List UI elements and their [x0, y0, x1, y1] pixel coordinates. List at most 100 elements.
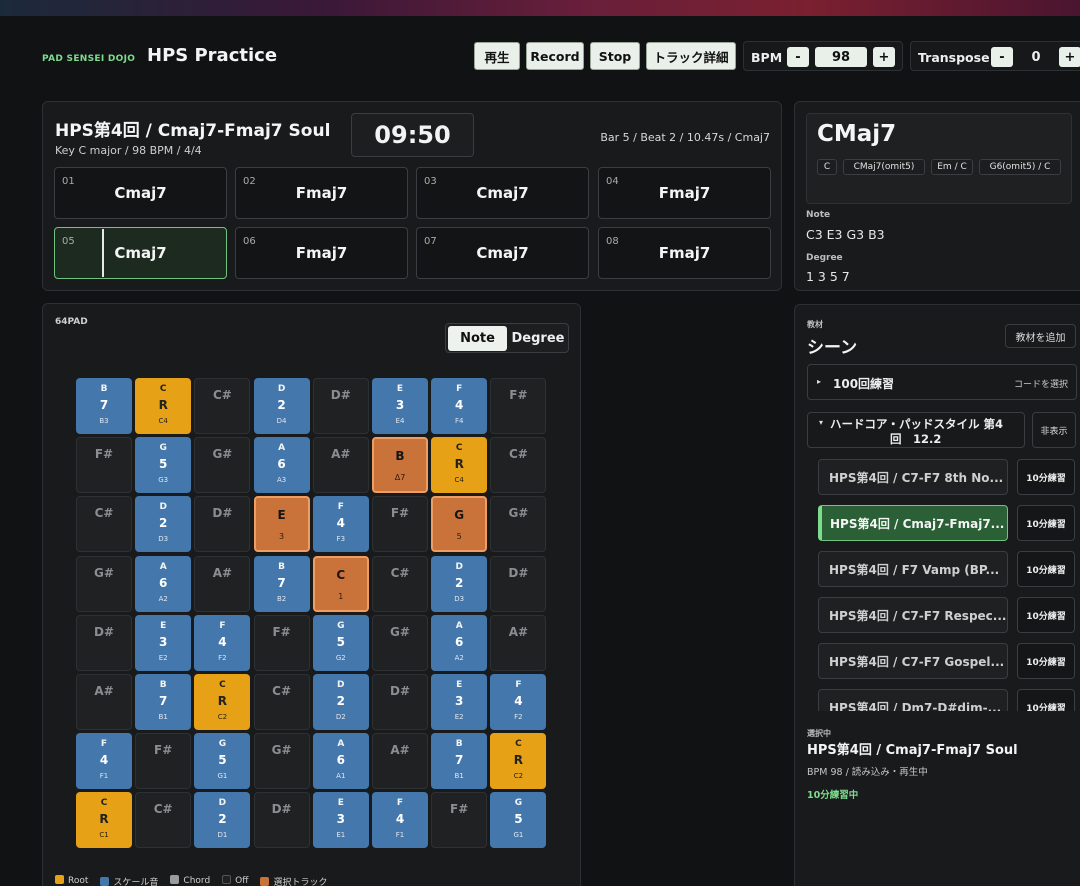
bar-cell[interactable]: 02 Fmaj7	[235, 167, 408, 219]
bar-cell-current[interactable]: 05 Cmaj7	[54, 227, 227, 279]
pad-2-7[interactable]: C R C4	[431, 437, 488, 494]
pad-7-3[interactable]: G 5 G1	[194, 733, 251, 790]
ten-minute-practice-button[interactable]: 10分練習	[1017, 597, 1075, 633]
pad-7-1[interactable]: F 4 F1	[76, 733, 132, 790]
pad-8-2[interactable]: C#	[135, 792, 192, 849]
pad-2-3[interactable]: G#	[194, 437, 251, 494]
bar-cell[interactable]: 06 Fmaj7	[235, 227, 408, 279]
pad-6-2[interactable]: B 7 B1	[135, 674, 192, 730]
pad-2-8[interactable]: C#	[490, 437, 547, 494]
note-toggle-button[interactable]: Note	[448, 326, 507, 351]
pad-1-4[interactable]: D 2 D4	[253, 378, 310, 434]
pad-1-1[interactable]: B 7 B3	[76, 378, 132, 434]
transpose-decrease-button[interactable]: -	[991, 47, 1013, 67]
pad-1-5[interactable]: D#	[312, 378, 369, 434]
pad-8-7[interactable]: F#	[431, 792, 488, 849]
lesson-item[interactable]: HPS第4回 / C7-F7 Gospel...	[818, 643, 1008, 679]
pad-3-3[interactable]: D#	[194, 496, 251, 553]
ten-minute-practice-button[interactable]: 10分練習	[1017, 643, 1075, 679]
ten-minute-practice-button[interactable]: 10分練習	[1017, 689, 1075, 711]
ten-minute-practice-button[interactable]: 10分練習	[1017, 551, 1075, 587]
chord-voicing-chip[interactable]: CMaj7(omit5)	[843, 159, 925, 175]
bpm-decrease-button[interactable]: -	[787, 47, 809, 67]
pad-6-6[interactable]: D#	[372, 674, 428, 730]
bpm-increase-button[interactable]: +	[873, 47, 895, 67]
pad-3-7[interactable]: G5	[431, 496, 488, 553]
pad-4-7[interactable]: D 2 D3	[431, 555, 488, 612]
pad-8-5[interactable]: E 3 E1	[312, 792, 369, 849]
play-button[interactable]: 再生	[474, 42, 520, 70]
pad-5-3[interactable]: F 4 F2	[194, 614, 251, 671]
pad-5-7[interactable]: A 6 A2	[431, 614, 488, 671]
pad-4-4[interactable]: B 7 B2	[253, 555, 310, 612]
bar-cell[interactable]: 04 Fmaj7	[598, 167, 771, 219]
pad-4-1[interactable]: G#	[76, 555, 132, 612]
group-100-practice[interactable]: ▸ 100回練習 コードを選択	[807, 364, 1077, 400]
chord-voicing-chip[interactable]: G6(omit5) / C	[979, 159, 1061, 175]
ten-minute-practice-button[interactable]: 10分練習	[1017, 505, 1075, 541]
pad-7-6[interactable]: A#	[372, 733, 428, 790]
pad-5-8[interactable]: A#	[490, 614, 547, 671]
pad-5-6[interactable]: G#	[372, 614, 428, 671]
pad-8-6[interactable]: F 4 F1	[372, 792, 428, 849]
pad-3-8[interactable]: G#	[490, 496, 547, 553]
lesson-item[interactable]: HPS第4回 / C7-F7 8th No...	[818, 459, 1008, 495]
pad-3-6[interactable]: F#	[372, 496, 428, 553]
transpose-increase-button[interactable]: +	[1059, 47, 1080, 67]
bar-cell[interactable]: 07 Cmaj7	[416, 227, 589, 279]
pad-7-7[interactable]: B 7 B1	[431, 733, 488, 790]
pad-1-6[interactable]: E 3 E4	[372, 378, 428, 434]
pad-5-1[interactable]: D#	[76, 614, 132, 671]
pad-2-6[interactable]: B Δ7	[372, 437, 428, 494]
pad-1-3[interactable]: C#	[194, 378, 251, 434]
pad-8-1[interactable]: C R C1	[76, 792, 132, 849]
pad-2-1[interactable]: F#	[76, 437, 132, 494]
track-detail-button[interactable]: トラック詳細	[646, 42, 736, 70]
pad-6-8[interactable]: F 4 F2	[490, 674, 547, 730]
pad-3-5[interactable]: F 4 F3	[312, 496, 369, 553]
pad-3-1[interactable]: C#	[76, 496, 132, 553]
pad-4-6[interactable]: C#	[372, 555, 428, 612]
group-hps-4[interactable]: ▾ ハードコア・パッドスタイル 第4 回 12.2	[807, 412, 1025, 448]
pad-8-8[interactable]: G 5 G1	[490, 792, 547, 849]
pad-5-2[interactable]: E 3 E2	[135, 614, 192, 671]
select-chord-link[interactable]: コードを選択	[1014, 377, 1068, 390]
pad-4-3[interactable]: A#	[194, 555, 251, 612]
pad-4-2[interactable]: A 6 A2	[135, 555, 192, 612]
lesson-item[interactable]: HPS第4回 / Dm7-D#dim-...	[818, 689, 1008, 711]
pad-1-8[interactable]: F#	[490, 378, 547, 434]
lesson-item[interactable]: HPS第4回 / C7-F7 Respec...	[818, 597, 1008, 633]
pad-2-4[interactable]: A 6 A3	[253, 437, 310, 494]
degree-toggle-button[interactable]: Degree	[509, 326, 567, 351]
pad-8-4[interactable]: D#	[253, 792, 310, 849]
pad-8-3[interactable]: D 2 D1	[194, 792, 251, 849]
pad-2-2[interactable]: G 5 G3	[135, 437, 192, 494]
pad-6-5[interactable]: D 2 D2	[312, 674, 369, 730]
stop-button[interactable]: Stop	[590, 42, 640, 70]
record-button[interactable]: Record	[526, 42, 584, 70]
pad-4-5[interactable]: C1	[312, 555, 369, 612]
hide-button[interactable]: 非表示	[1032, 412, 1076, 448]
pad-1-7[interactable]: F 4 F4	[431, 378, 488, 434]
pad-2-5[interactable]: A#	[312, 437, 369, 494]
bar-cell[interactable]: 03 Cmaj7	[416, 167, 589, 219]
pad-1-2[interactable]: C R C4	[135, 378, 192, 434]
lesson-item[interactable]: HPS第4回 / F7 Vamp (BP...	[818, 551, 1008, 587]
pad-6-3[interactable]: C R C2	[194, 674, 251, 730]
pad-7-2[interactable]: F#	[135, 733, 192, 790]
pad-5-5[interactable]: G 5 G2	[312, 614, 369, 671]
pad-6-4[interactable]: C#	[253, 674, 310, 730]
ten-minute-practice-button[interactable]: 10分練習	[1017, 459, 1075, 495]
pad-3-2[interactable]: D 2 D3	[135, 496, 192, 553]
bar-cell[interactable]: 08 Fmaj7	[598, 227, 771, 279]
chord-voicing-chip[interactable]: Em / C	[931, 159, 973, 175]
pad-7-8[interactable]: C R C2	[490, 733, 547, 790]
pad-3-4[interactable]: E3	[253, 496, 310, 553]
chord-voicing-chip[interactable]: C	[817, 159, 837, 175]
bpm-value-field[interactable]: 98	[815, 47, 867, 67]
pad-4-8[interactable]: D#	[490, 555, 547, 612]
pad-7-5[interactable]: A 6 A1	[312, 733, 369, 790]
lesson-item-active[interactable]: HPS第4回 / Cmaj7-Fmaj7...	[818, 505, 1008, 541]
pad-5-4[interactable]: F#	[253, 614, 310, 671]
add-material-button[interactable]: 教材を追加	[1005, 324, 1076, 348]
